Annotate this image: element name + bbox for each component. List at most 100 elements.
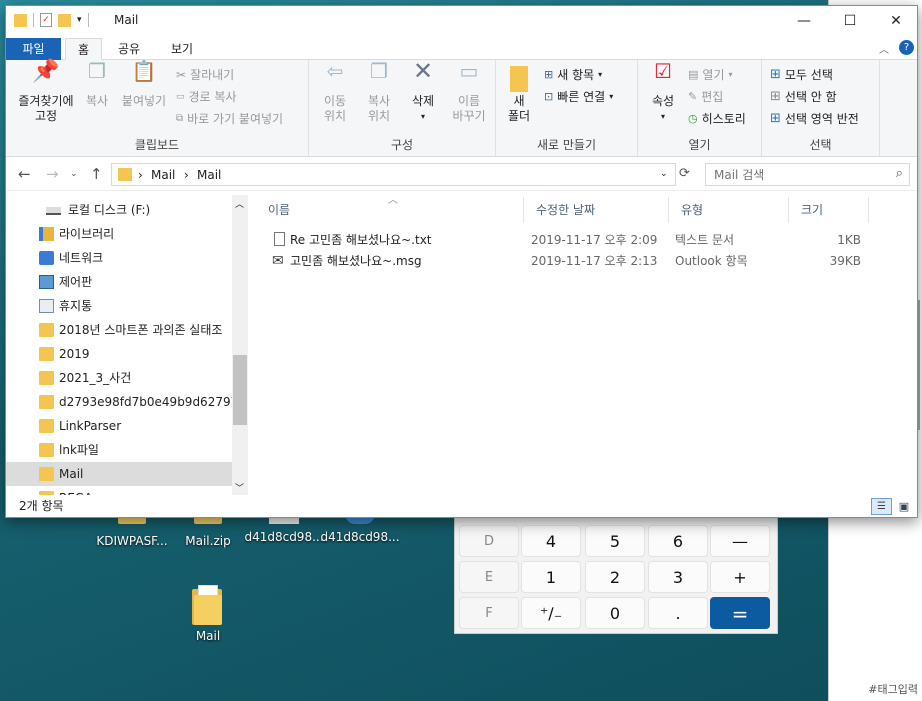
close-button[interactable]: ✕ [873,6,919,36]
minimize-button[interactable]: — [781,6,827,36]
calc-key-4[interactable]: 4 [521,525,581,557]
breadcrumb-mail-1[interactable]: Mail [151,168,175,182]
maximize-button[interactable]: ☐ [827,6,873,36]
large-icons-view-icon[interactable]: ▣ [895,498,913,515]
up-arrow-icon[interactable]: ↑ [90,165,103,183]
tab-file[interactable]: 파일 [6,38,61,60]
nav-item[interactable]: 라이브러리 [6,222,232,246]
easy-access-button[interactable]: ⊡ 빠른 연결 ▾ [544,88,613,105]
scrollbar[interactable] [918,300,920,430]
pin-to-quick-access-button[interactable]: 📌 즐겨찾기에 고정 [10,61,82,124]
column-header-name[interactable]: 이름 [256,197,524,223]
edit-button[interactable]: ✎ 편집 [688,88,723,105]
calc-key-minus[interactable]: — [710,525,770,557]
nav-item[interactable]: 2021_3_사건 [6,366,232,390]
calc-key-e[interactable]: E [459,561,519,593]
calc-key-5[interactable]: 5 [585,525,645,557]
nav-scrollbar[interactable]: ︿ ﹀ [232,195,248,495]
invert-selection-label: 선택 영역 반전 [784,112,859,126]
calc-key-plus[interactable]: + [710,561,770,593]
invert-selection-button[interactable]: ⊞ 선택 영역 반전 [770,110,859,127]
nav-item[interactable]: lnk파일 [6,438,232,462]
copy-button[interactable]: ❐ 복사 [80,61,114,109]
recent-dropdown-icon[interactable]: ⌄ [70,169,78,179]
column-header-size[interactable]: 크기 [789,197,869,223]
file-name: Re 고민좀 해보셨나요~.txt [290,233,432,247]
new-folder-icon[interactable] [58,13,71,27]
move-to-button[interactable]: ⇦ 이동 위치 [315,61,355,124]
nav-item[interactable]: d2793e98fd7b0e49b9d627970c [6,390,232,414]
column-header-date[interactable]: 수정한 날짜 [524,197,669,223]
properties-check-icon[interactable]: ✓ [40,13,52,27]
select-none-button[interactable]: ⊞ 선택 안 함 [770,88,837,105]
search-input[interactable] [706,164,876,185]
nav-item[interactable]: 휴지통 [6,294,232,318]
copy-to-button[interactable]: ❐ 복사 위치 [359,61,399,124]
nav-item[interactable]: LinkParser [6,414,232,438]
calc-key-negate[interactable]: ⁺∕₋ [521,597,581,629]
column-header-type[interactable]: 유형 [669,197,789,223]
nav-item[interactable]: Mail [6,462,232,486]
scroll-up-icon[interactable]: ︿ [235,197,244,210]
calc-key-equals[interactable]: = [710,597,770,629]
nav-item[interactable]: REGA [6,486,232,495]
tag-input-label[interactable]: #태그입력 [868,681,918,697]
nav-item[interactable]: 네트워크 [6,246,232,270]
scrollbar-thumb[interactable] [233,355,247,425]
refresh-icon[interactable]: ⟳ [679,166,690,181]
delete-button[interactable]: ✕ 삭제 ▾ [405,59,441,124]
tab-home[interactable]: 홈 [65,38,103,60]
forward-arrow-icon[interactable]: → [46,165,59,183]
tab-view[interactable]: 보기 [159,38,205,60]
scroll-down-icon[interactable]: ﹀ [235,481,244,494]
paste-button[interactable]: 📋 붙여넣기 [118,59,170,109]
back-arrow-icon[interactable]: ← [18,165,31,183]
calc-key-1[interactable]: 1 [521,561,581,593]
address-bar[interactable]: › Mail › Mail ⌄ [111,163,676,186]
calc-key-decimal[interactable]: . [648,597,708,629]
copy-path-button[interactable]: ▭ 경로 복사 [176,88,237,105]
nav-item[interactable]: 2019 [6,342,232,366]
nav-item[interactable]: 2018년 스마트폰 과의존 실태조 [6,318,232,342]
properties-dropdown-icon[interactable]: ▾ [646,109,680,124]
new-item-button[interactable]: ⊞ 새 항목 ▾ [544,66,602,83]
paste-shortcut-button[interactable]: ⧉ 바로 가기 붙여넣기 [176,110,283,127]
rename-button[interactable]: ▭ 이름 바꾸기 [447,61,491,124]
breadcrumb-mail-2[interactable]: Mail [197,168,221,182]
history-button[interactable]: ◷ 히스토리 [688,110,746,127]
new-item-dropdown-icon: ▾ [598,70,603,79]
explorer-window: ✓ ▾ Mail — ☐ ✕ 파일 홈 공유 보기 ︿ ? 📌 즐겨찾기에 고정… [5,5,918,518]
help-icon[interactable]: ? [899,40,914,55]
tab-share[interactable]: 공유 [106,38,152,60]
breadcrumb-separator-icon[interactable]: › [138,168,143,182]
paste-icon: 📋 [131,59,157,83]
move-to-label-1: 이동 [323,94,347,108]
calc-key-0[interactable]: 0 [585,597,645,629]
delete-dropdown-icon[interactable]: ▾ [405,109,441,124]
select-all-button[interactable]: ⊞ 모두 선택 [770,66,833,83]
collapse-ribbon-icon[interactable]: ︿ [879,41,889,56]
nav-item-label: 휴지통 [59,299,93,313]
properties-button[interactable]: ☑ 속성 ▾ [646,61,680,124]
new-folder-button[interactable]: 새 폴더 [504,64,534,124]
table-row[interactable]: Re 고민좀 해보셨나요~.txt 2019-11-17 오후 2:09 텍스트… [256,230,876,250]
search-box[interactable]: ⌕ [705,163,910,186]
customize-dropdown-icon[interactable]: ▾ [77,15,82,25]
paste-shortcut-label: 바로 가기 붙여넣기 [187,112,284,126]
calc-key-2[interactable]: 2 [585,561,645,593]
search-icon[interactable]: ⌕ [896,166,903,181]
breadcrumb-separator-icon[interactable]: › [184,168,189,182]
table-row[interactable]: ✉ 고민좀 해보셨나요~.msg 2019-11-17 오후 2:13 Outl… [256,251,876,271]
calc-key-6[interactable]: 6 [648,525,708,557]
calc-key-d[interactable]: D [459,525,519,557]
details-view-icon[interactable]: ☰ [871,498,892,515]
nav-item[interactable]: 제어판 [6,270,232,294]
nav-item[interactable]: 로컬 디스크 (F:) [6,198,232,222]
open-button[interactable]: ▤ 열기 ▾ [688,66,733,83]
desktop-icon-mail-folder[interactable]: Mail [168,585,248,643]
calc-key-3[interactable]: 3 [648,561,708,593]
cut-button[interactable]: ✂ 잘라내기 [176,66,234,83]
calc-key-f[interactable]: F [459,597,519,629]
address-dropdown-icon[interactable]: ⌄ [660,169,668,179]
file-list: ︿ 이름 수정한 날짜 유형 크기 Re 고민좀 해보셨나요~.txt 2019… [256,195,916,495]
